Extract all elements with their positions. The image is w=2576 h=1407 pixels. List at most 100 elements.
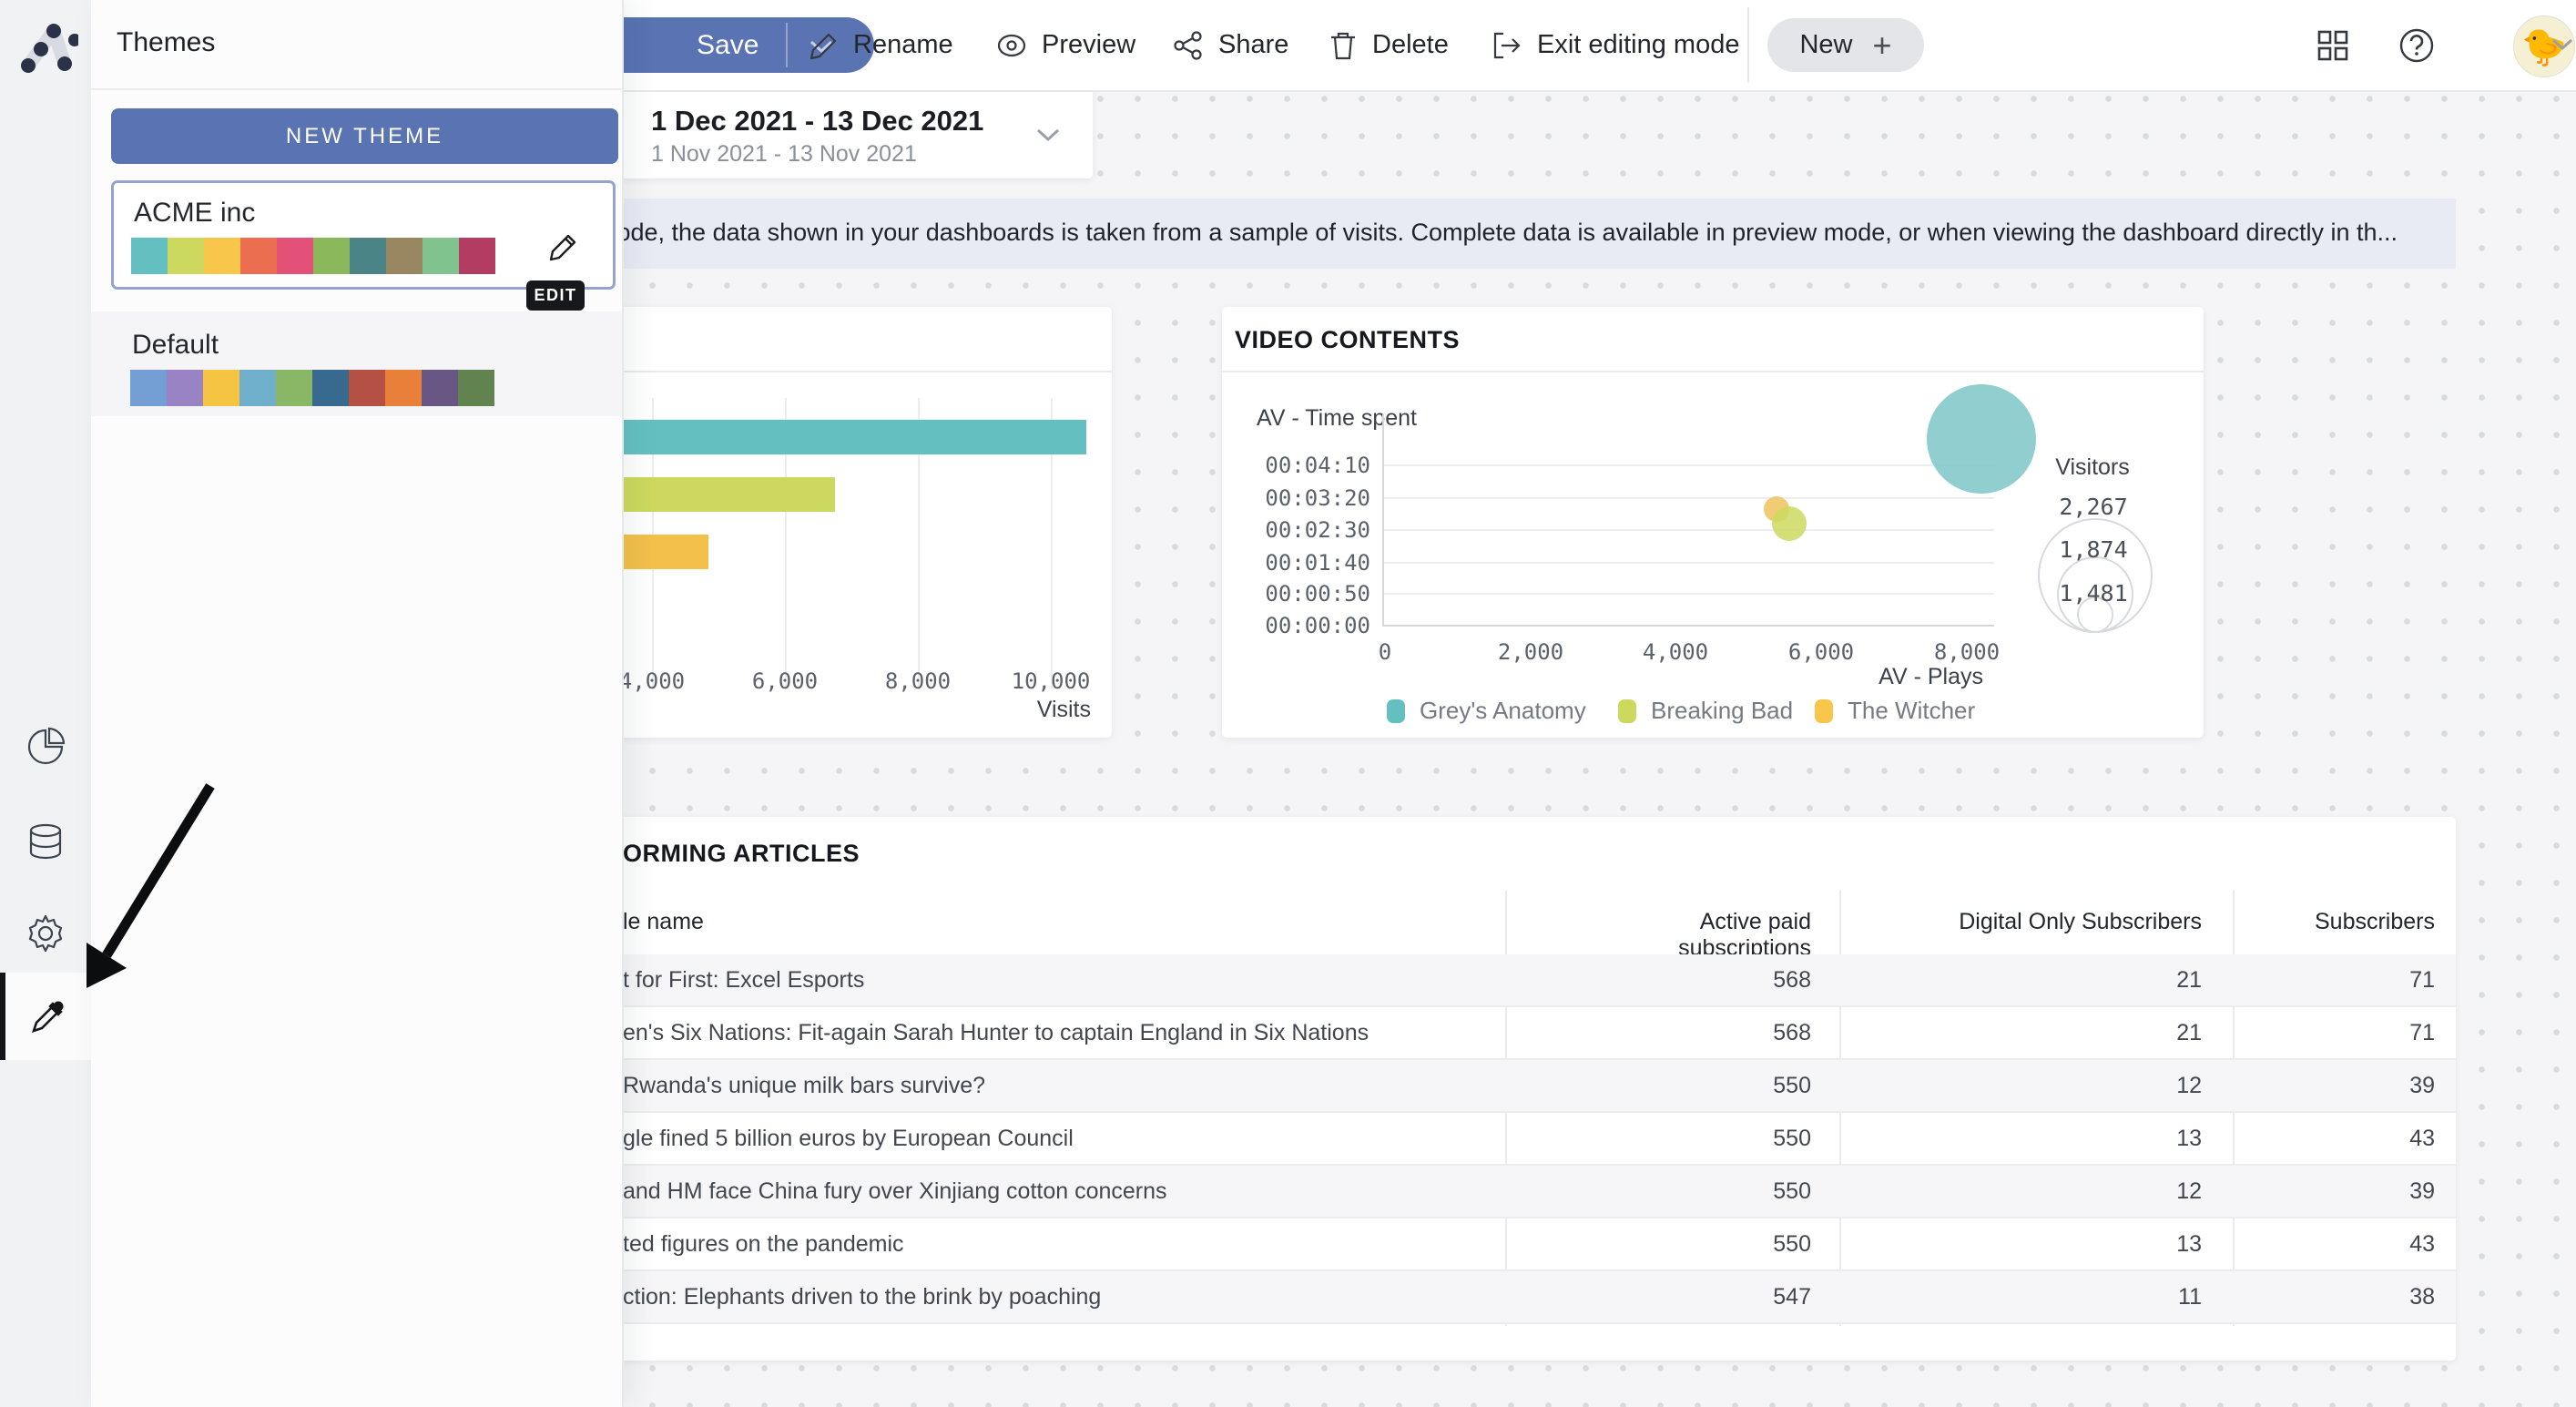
palette-color [386, 238, 423, 274]
widget-title: VIDEO CONTENTS [1235, 326, 1460, 354]
palette-color [313, 238, 350, 274]
active-paid-cell: 568 [1596, 1020, 1811, 1046]
rename-label: Rename [853, 30, 953, 60]
palette-color [130, 370, 167, 406]
sidebar-item-data[interactable] [0, 800, 91, 885]
active-paid-cell: 568 [1596, 967, 1811, 994]
x-tick: 2,000 [1467, 639, 1594, 665]
palette-color [239, 370, 276, 406]
app-logo[interactable] [13, 13, 78, 78]
legend-item-greys-anatomy[interactable]: Grey's Anatomy [1387, 697, 1586, 725]
date-range-current: 1 Dec 2021 - 13 Dec 2021 [651, 105, 983, 138]
article-name-cell: en's Six Nations: Fit-again Sarah Hunter… [623, 1020, 1369, 1046]
digital-only-cell: 21 [1929, 1020, 2202, 1046]
col-header-subscribers[interactable]: Subscribers [2253, 909, 2435, 935]
palette-color [276, 370, 312, 406]
digital-only-cell: 13 [1929, 1126, 2202, 1152]
col-header-article-name[interactable]: le name [623, 909, 704, 935]
save-split-divider [786, 23, 788, 67]
digital-only-cell: 21 [1929, 967, 2202, 994]
sidebar-item-settings[interactable] [0, 891, 91, 976]
pie-chart-icon [25, 726, 66, 768]
table-row: t for First: Excel Esports5682171 [355, 954, 2456, 1007]
table-header-row: le name Active paid subscriptions Digita… [355, 891, 2456, 956]
eye-icon [995, 29, 1028, 62]
preview-label: Preview [1042, 30, 1135, 60]
x-axis-title: Visits [945, 697, 1091, 723]
size-legend-value: 1,481 [2002, 580, 2184, 607]
legend-item-breaking-bad[interactable]: Breaking Bad [1618, 697, 1793, 725]
edit-tooltip: EDIT [526, 280, 585, 311]
plus-icon: + [1872, 26, 1891, 65]
bubble-breaking-bad[interactable] [1772, 506, 1807, 541]
palette-color [422, 370, 458, 406]
palette-color [385, 370, 422, 406]
theme-palette [130, 370, 494, 406]
save-button-label: Save [697, 30, 759, 61]
new-theme-button-label: NEW THEME [286, 124, 443, 149]
gear-icon [25, 913, 66, 954]
article-name-cell: ction: Elephants driven to the brink by … [623, 1284, 1101, 1310]
legend-label: The Witcher [1848, 697, 1975, 725]
y-tick: 00:00:00 [1225, 613, 1370, 638]
theme-item-default[interactable]: Default [91, 311, 622, 416]
exit-editing-button[interactable]: Exit editing mode [1491, 0, 1739, 90]
logo-icon [13, 13, 78, 78]
size-legend-value: 2,267 [2002, 494, 2184, 520]
date-range-comparison: 1 Nov 2021 - 13 Nov 2021 [651, 141, 917, 168]
sampling-notice-banner: mode, the data shown in your dashboards … [355, 199, 2456, 269]
digital-only-cell: 12 [1929, 1073, 2202, 1099]
x-tick: 10,000 [987, 668, 1115, 694]
sidebar-item-analytics[interactable] [0, 704, 91, 790]
x-axis-title: AV - Plays [1801, 664, 1983, 690]
profile-chevron-icon[interactable] [2550, 36, 2575, 53]
edit-theme-button[interactable] [544, 227, 584, 267]
palette-color [204, 238, 240, 274]
widget-title-divider [1222, 371, 2204, 372]
new-widget-button[interactable]: New + [1767, 18, 1924, 72]
new-theme-button[interactable]: NEW THEME [111, 108, 618, 164]
themes-panel-header: Themes [91, 0, 622, 90]
x-tick: 4,000 [1612, 639, 1739, 665]
share-button[interactable]: Share [1172, 0, 1288, 90]
palette-color [423, 238, 459, 274]
pencil-icon [809, 30, 840, 61]
theme-palette [131, 238, 495, 274]
subscribers-cell: 39 [2253, 1178, 2435, 1205]
active-paid-cell: 550 [1596, 1178, 1811, 1205]
col-header-digital-only[interactable]: Digital Only Subscribers [1929, 909, 2202, 935]
palette-color [459, 238, 495, 274]
palette-color [458, 370, 494, 406]
digital-only-cell: 13 [1929, 1231, 2202, 1258]
table-row: ction: Elephants driven to the brink by … [355, 1271, 2456, 1324]
legend-item-the-witcher[interactable]: The Witcher [1815, 697, 1975, 725]
subscribers-cell: 71 [2253, 1020, 2435, 1046]
article-name-cell: and HM face China fury over Xinjiang cot… [623, 1178, 1167, 1205]
trash-icon [1328, 29, 1359, 62]
toolbar-divider [1747, 7, 1749, 83]
x-tick: 8,000 [854, 668, 982, 694]
dashboard-editor: Save Rename Preview [0, 0, 2576, 1407]
pencil-icon [547, 230, 580, 263]
apps-grid-button[interactable] [2309, 22, 2357, 69]
theme-item-acme[interactable]: ACME inc [111, 180, 616, 290]
preview-button[interactable]: Preview [995, 0, 1135, 90]
date-range-selector[interactable]: 1 Dec 2021 - 13 Dec 2021 1 Nov 2021 - 13… [546, 90, 1093, 178]
article-name-cell: gle fined 5 billion euros by European Co… [623, 1126, 1074, 1152]
article-name-cell: t for First: Excel Esports [623, 967, 864, 994]
active-paid-cell: 550 [1596, 1231, 1811, 1258]
palette-color [167, 370, 203, 406]
delete-button[interactable]: Delete [1328, 0, 1449, 90]
new-button-label: New [1799, 30, 1852, 60]
help-button[interactable] [2393, 22, 2440, 69]
sidebar-item-themes-active[interactable] [0, 973, 91, 1060]
share-icon [1172, 29, 1205, 62]
palette-color [168, 238, 204, 274]
exit-editing-label: Exit editing mode [1537, 30, 1739, 60]
y-tick: 00:01:40 [1225, 550, 1370, 576]
legend-swatch [1618, 699, 1636, 723]
article-name-cell: ted figures on the pandemic [623, 1231, 904, 1258]
rename-button[interactable]: Rename [809, 0, 953, 90]
x-tick: 6,000 [1757, 639, 1885, 665]
palette-color [312, 370, 349, 406]
